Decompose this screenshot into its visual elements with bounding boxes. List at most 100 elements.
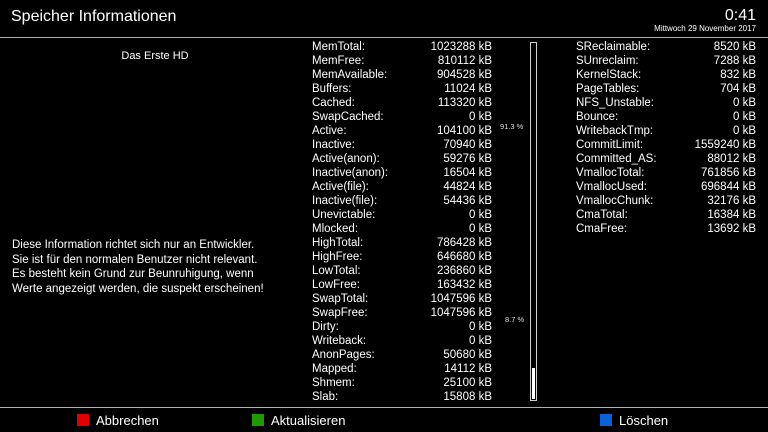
refresh-button[interactable]: Aktualisieren (252, 412, 345, 428)
memory-value: 54436 kB (443, 195, 492, 207)
memory-value: 1047596 kB (430, 307, 492, 319)
memory-value: 25100 kB (443, 377, 492, 389)
memory-row: Slab: 15808 kB (312, 390, 492, 404)
memory-key: NFS_Unstable: (576, 97, 654, 109)
memory-key: VmallocChunk: (576, 195, 654, 207)
footer-bar: Abbrechen Aktualisieren Löschen (0, 408, 768, 432)
memory-value: 70940 kB (443, 139, 492, 151)
memory-key: Active(anon): (312, 153, 380, 165)
cancel-label: Abbrechen (96, 412, 159, 428)
memory-row: Inactive: 70940 kB (312, 138, 492, 152)
memory-key: SwapFree: (312, 307, 368, 319)
memory-key: LowTotal: (312, 265, 361, 277)
memory-value: 786428 kB (437, 237, 492, 249)
memory-value: 32176 kB (707, 195, 756, 207)
memory-value: 44824 kB (443, 181, 492, 193)
memory-value: 50680 kB (443, 349, 492, 361)
memory-value: 0 kB (468, 209, 492, 221)
refresh-label: Aktualisieren (271, 412, 346, 428)
memory-list-right: SReclaimable: 8520 kB SUnreclaim: 7288 kB Ke… (576, 40, 756, 236)
memory-row: Active: 104100 kB (312, 124, 492, 138)
memory-key: SwapTotal: (312, 293, 369, 305)
memory-value: 646680 kB (437, 251, 492, 263)
memory-row: VmallocTotal: 761856 kB (576, 166, 756, 180)
memory-row: Mlocked: 0 kB (312, 222, 492, 236)
used-percent-label: 8.7 % (505, 315, 525, 324)
memory-row: Committed_AS: 88012 kB (576, 152, 756, 166)
memory-value: 236860 kB (437, 265, 492, 277)
memory-list-left: MemTotal: 1023288 kB MemFree: 810112 kB MemA… (312, 40, 492, 404)
memory-row: Mapped: 14112 kB (312, 362, 492, 376)
memory-row: CmaTotal: 16384 kB (576, 208, 756, 222)
memory-key: WritebackTmp: (576, 125, 654, 137)
memory-value: 8520 kB (713, 41, 756, 53)
channel-name: Das Erste HD (121, 50, 189, 62)
memory-value: 810112 kB (437, 55, 492, 67)
memory-key: Active: (312, 125, 347, 137)
memory-value: 88012 kB (707, 153, 756, 165)
memory-value: 1559240 kB (694, 139, 756, 151)
memory-key: Mapped: (312, 363, 357, 375)
memory-value: 0 kB (468, 223, 492, 235)
info-line: Diese Information richtet sich nur an En… (12, 239, 255, 251)
memory-value: 832 kB (720, 69, 756, 81)
memory-key: SUnreclaim: (576, 55, 639, 67)
red-key-icon (77, 414, 89, 426)
memory-key: Cached: (312, 97, 355, 109)
memory-key: Dirty: (312, 321, 339, 333)
memory-value: 1023288 kB (430, 41, 492, 53)
memory-row: Inactive(anon): 16504 kB (312, 166, 492, 180)
memory-row: VmallocUsed: 696844 kB (576, 180, 756, 194)
memory-value: 0 kB (732, 111, 756, 123)
memory-row: SwapFree: 1047596 kB (312, 306, 492, 320)
memory-row: WritebackTmp: 0 kB (576, 124, 756, 138)
memory-row: VmallocChunk: 32176 kB (576, 194, 756, 208)
memory-key: Mlocked: (312, 223, 359, 235)
memory-value: 11024 kB (444, 83, 492, 95)
memory-value: 16384 kB (707, 209, 756, 221)
memory-key: Buffers: (312, 83, 352, 95)
memory-key: Unevictable: (312, 209, 376, 221)
memory-key: Inactive(anon): (312, 167, 389, 179)
info-line: Werte angezeigt werden, die suspekt ersc… (12, 282, 264, 295)
info-line: Sie ist für den normalen Benutzer nicht … (12, 253, 258, 266)
memory-key: AnonPages: (312, 349, 375, 361)
memory-row: PageTables: 704 kB (576, 82, 756, 96)
memory-row: CmaFree: 13692 kB (576, 222, 756, 236)
memory-value: 13692 kB (707, 223, 756, 235)
cancel-button[interactable]: Abbrechen (77, 412, 159, 428)
memory-key: SwapCached: (312, 111, 384, 123)
header-divider (0, 37, 768, 38)
memory-value: 704 kB (720, 83, 756, 95)
memory-key: KernelStack: (576, 69, 642, 81)
delete-button[interactable]: Löschen (600, 412, 668, 428)
memory-value: 163432 kB (437, 279, 492, 291)
memory-row: LowTotal: 236860 kB (312, 264, 492, 278)
header-bar: Speicher Informationen 0:41 Mittwoch 29 … (0, 0, 768, 36)
memory-row: Unevictable: 0 kB (312, 208, 492, 222)
memory-row: MemTotal: 1023288 kB (312, 40, 492, 54)
memory-row: SwapTotal: 1047596 kB (312, 292, 492, 306)
memory-value: 904528 kB (437, 69, 492, 81)
memory-key: Shmem: (312, 377, 355, 389)
blue-key-icon (600, 414, 612, 426)
memory-key: VmallocTotal: (576, 167, 645, 179)
memory-row: Active(file): 44824 kB (312, 180, 492, 194)
clock-time: 0:41 (724, 7, 756, 24)
memory-key: VmallocUsed: (576, 181, 647, 193)
delete-label: Löschen (619, 412, 669, 428)
memory-key: Committed_AS: (576, 153, 657, 165)
memory-key: PageTables: (576, 83, 640, 95)
memory-value: 16504 kB (443, 167, 492, 179)
memory-row: Shmem: 25100 kB (312, 376, 492, 390)
memory-key: Writeback: (312, 335, 367, 347)
memory-value: 0 kB (732, 97, 756, 109)
memory-row: Inactive(file): 54436 kB (312, 194, 492, 208)
memory-key: HighTotal: (312, 237, 364, 249)
memory-value: 0 kB (468, 111, 492, 123)
memory-key: Inactive(file): (312, 195, 378, 207)
memory-row: Active(anon): 59276 kB (312, 152, 492, 166)
info-line: Es besteht kein Grund zur Beunruhigung, … (12, 268, 254, 280)
clock-date: Mittwoch 29 November 2017 (654, 24, 756, 33)
memory-row: LowFree: 163432 kB (312, 278, 492, 292)
